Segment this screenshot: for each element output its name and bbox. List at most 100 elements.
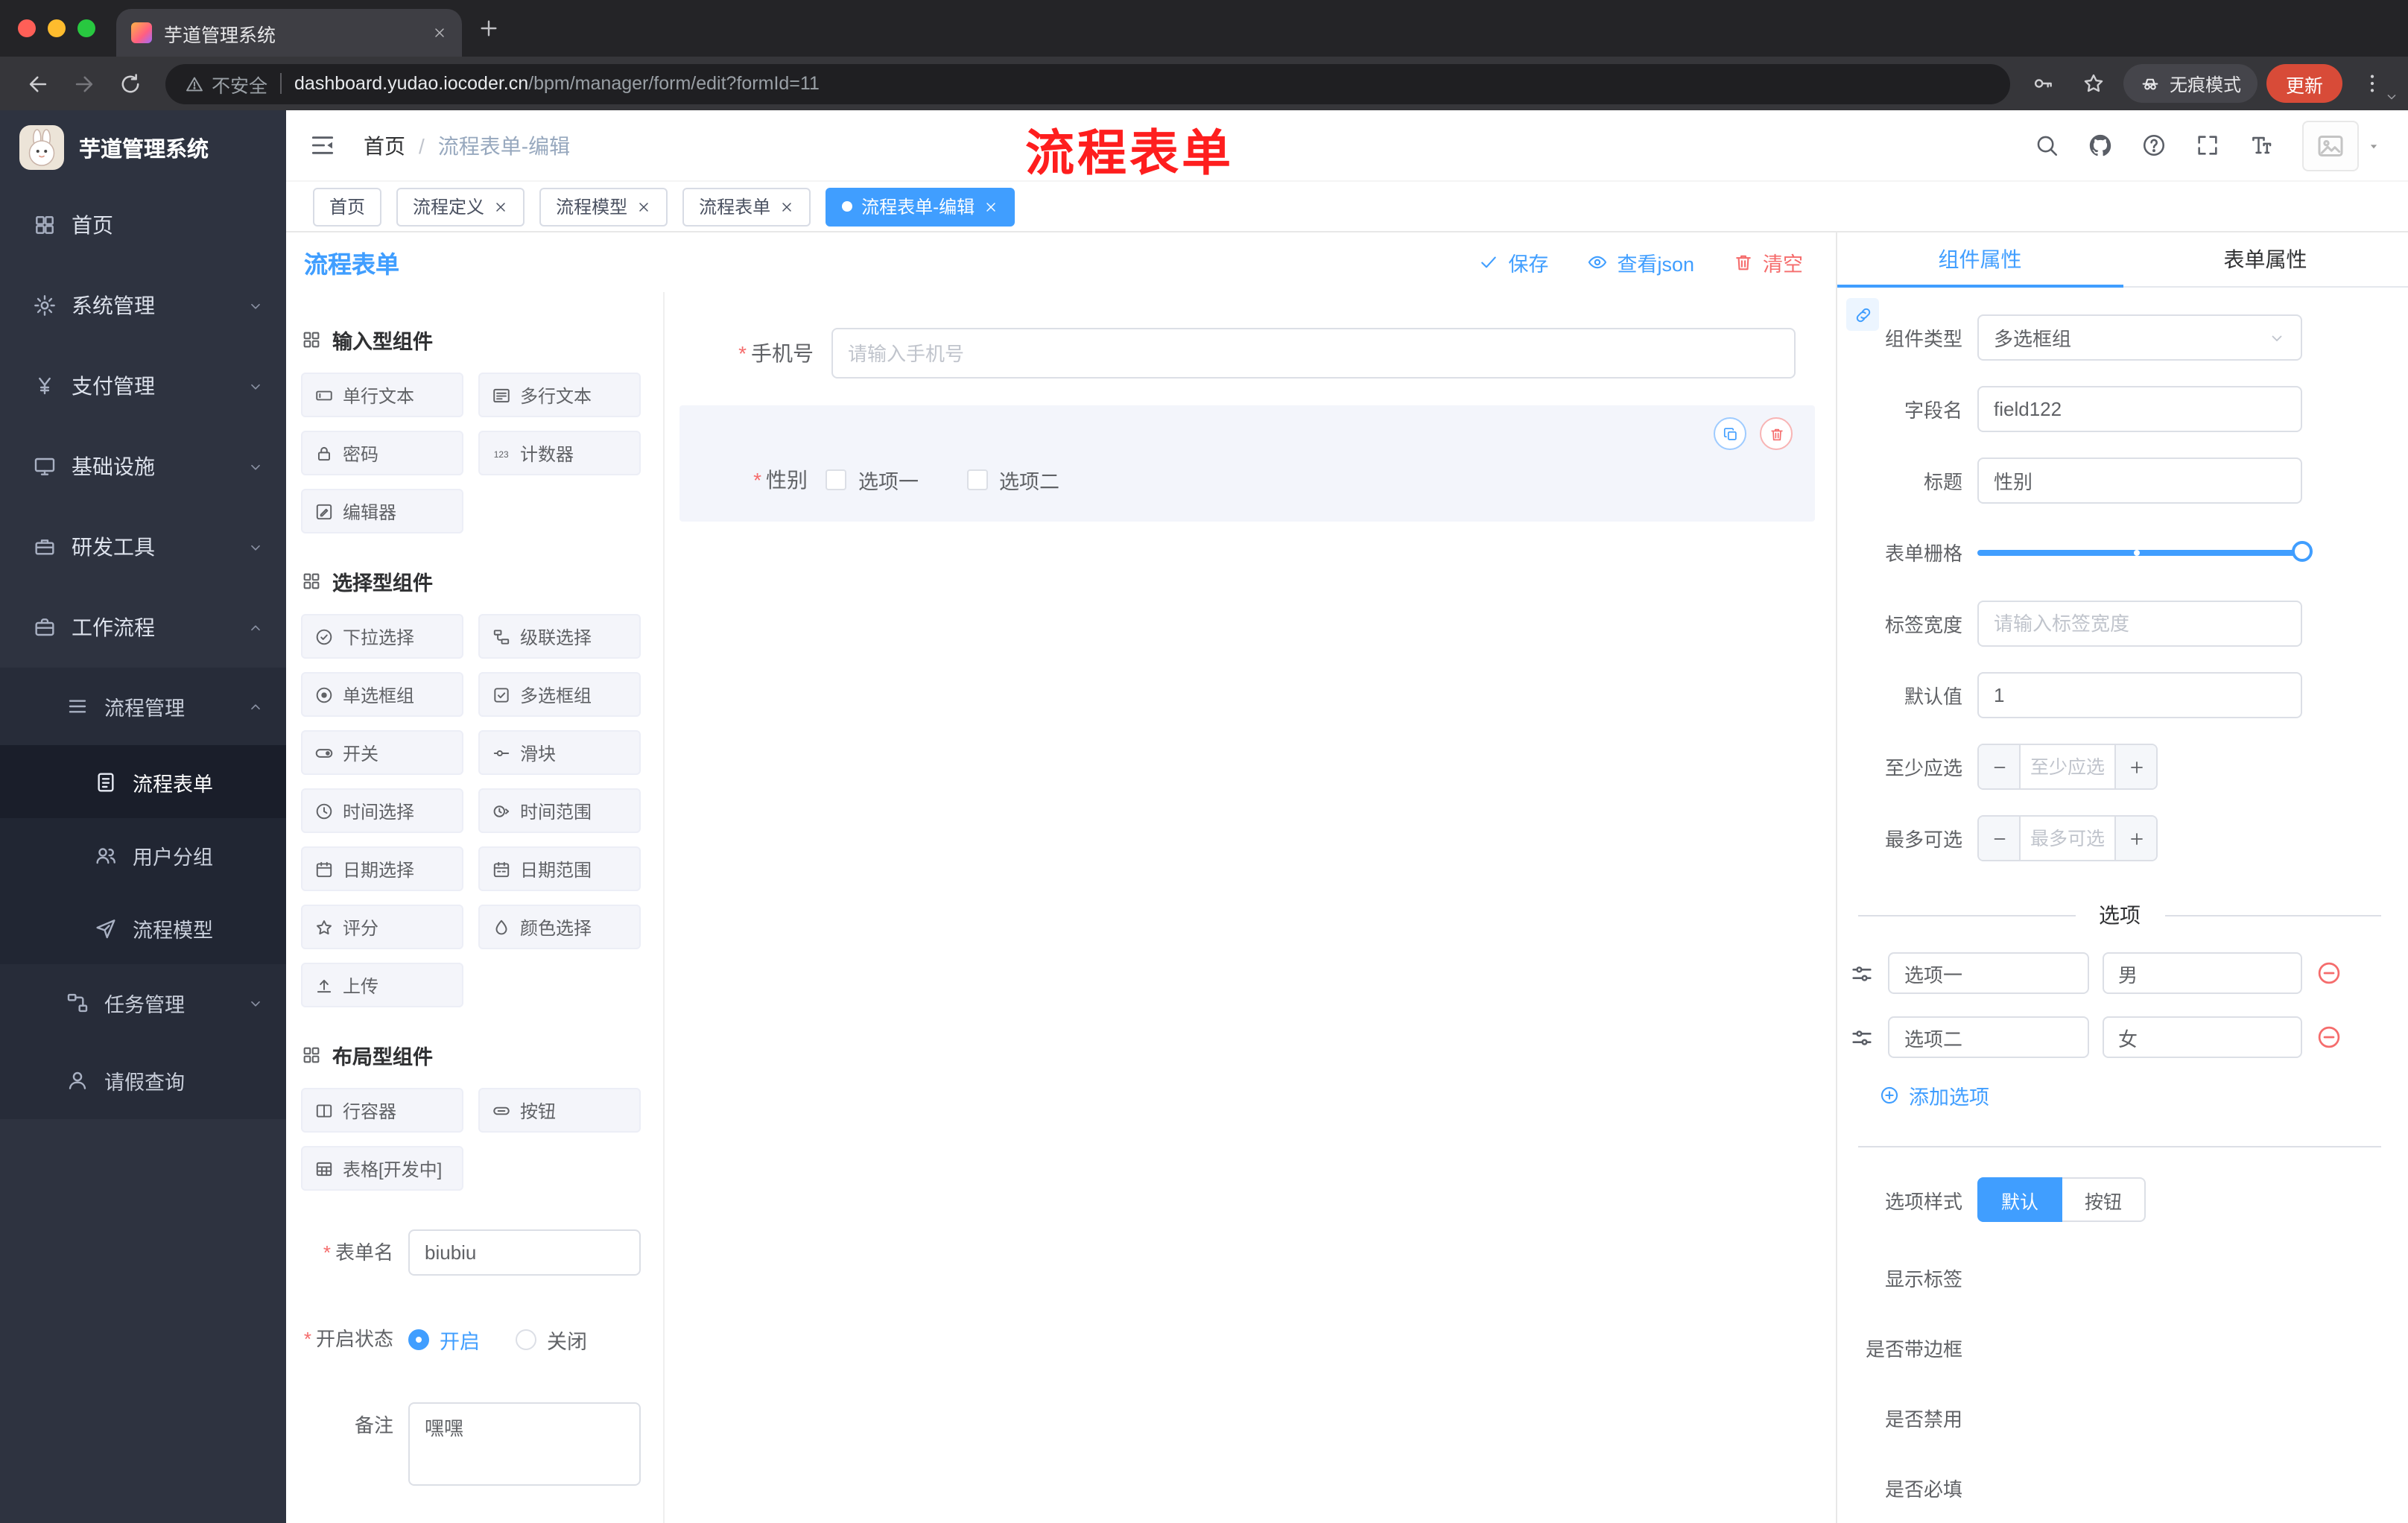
palette-item[interactable]: 上传	[301, 963, 463, 1007]
gender-option1-checkbox[interactable]: 选项一	[826, 465, 919, 495]
component-type-select[interactable]: 多选框组	[1977, 314, 2302, 361]
tag[interactable]: 流程定义	[396, 187, 525, 226]
palette-item[interactable]: 下拉选择	[301, 614, 463, 659]
stepper-minus-button[interactable]	[1979, 817, 2021, 860]
status-on-radio[interactable]: 开启	[408, 1325, 480, 1355]
palette-item[interactable]: 日期范围	[478, 846, 641, 891]
reload-icon[interactable]	[118, 71, 143, 96]
stepper-plus-button[interactable]	[2114, 745, 2156, 788]
tag[interactable]: 流程模型	[539, 187, 668, 226]
breadcrumb-home[interactable]: 首页	[364, 130, 405, 160]
sidebar-item[interactable]: 研发工具	[0, 507, 286, 587]
sidebar-item[interactable]: 请假查询	[0, 1042, 286, 1119]
phone-field-row[interactable]: * 手机号	[679, 328, 1796, 379]
user-avatar[interactable]	[2302, 120, 2381, 171]
title-input[interactable]	[1977, 457, 2302, 504]
min-select-input[interactable]	[2021, 745, 2114, 788]
palette-item[interactable]: 行容器	[301, 1088, 463, 1133]
tag-close-icon[interactable]	[493, 199, 508, 214]
palette-item[interactable]: 密码	[301, 431, 463, 475]
max-select-input[interactable]	[2021, 817, 2114, 860]
tag-close-icon[interactable]	[983, 199, 998, 214]
browser-update-button[interactable]: 更新	[2266, 64, 2342, 103]
sidebar-item[interactable]: 首页	[0, 185, 286, 265]
browser-tab[interactable]: 芋道管理系统	[116, 9, 462, 57]
palette-item[interactable]: 日期选择	[301, 846, 463, 891]
style-button-button[interactable]: 按钮	[2062, 1177, 2146, 1222]
palette-item[interactable]: 时间范围	[478, 788, 641, 833]
field-name-input[interactable]	[1977, 386, 2302, 432]
sidebar-item[interactable]: 基础设施	[0, 426, 286, 507]
link-field-button[interactable]	[1846, 298, 1879, 331]
bookmark-star-icon[interactable]	[2082, 72, 2106, 95]
palette-item[interactable]: 表格[开发中]	[301, 1146, 463, 1191]
sidebar-item[interactable]: 任务管理	[0, 964, 286, 1042]
stepper-plus-button[interactable]	[2114, 817, 2156, 860]
tag-close-icon[interactable]	[779, 199, 794, 214]
sidebar-item[interactable]: 流程表单	[0, 745, 286, 818]
copy-component-button[interactable]	[1714, 417, 1746, 450]
search-icon[interactable]	[2034, 133, 2059, 158]
palette-item[interactable]: 级联选择	[478, 614, 641, 659]
stepper-minus-button[interactable]	[1979, 745, 2021, 788]
palette-item[interactable]: 颜色选择	[478, 905, 641, 949]
phone-input[interactable]	[831, 328, 1796, 379]
sidebar-collapse-icon[interactable]	[308, 131, 337, 159]
tag[interactable]: 流程表单	[682, 187, 811, 226]
sidebar-item[interactable]: 用户分组	[0, 818, 286, 891]
new-tab-button[interactable]	[477, 16, 501, 40]
sidebar-item[interactable]: 支付管理	[0, 346, 286, 426]
toolbar-overflow-chevron-icon[interactable]	[2384, 89, 2399, 104]
palette-item[interactable]: 多行文本	[478, 373, 641, 417]
view-json-button[interactable]: 查看json	[1587, 247, 1694, 277]
option-label-input[interactable]	[1888, 1016, 2088, 1058]
close-window-button[interactable]	[18, 19, 36, 37]
help-icon[interactable]	[2141, 133, 2167, 158]
github-icon[interactable]	[2088, 133, 2113, 158]
option-label-input[interactable]	[1888, 952, 2088, 994]
palette-item[interactable]: 编辑器	[301, 489, 463, 533]
drag-handle-icon[interactable]	[1849, 960, 1875, 986]
slider-handle[interactable]	[2292, 540, 2313, 561]
tab-close-icon[interactable]	[432, 25, 447, 40]
gender-field-block-selected[interactable]: * 性别 选项一 选项二	[679, 405, 1815, 522]
back-icon[interactable]	[25, 71, 51, 96]
sidebar-item[interactable]: 流程模型	[0, 891, 286, 964]
password-key-icon[interactable]	[2031, 72, 2055, 95]
app-logo[interactable]: 芋道管理系统	[0, 110, 286, 185]
option-value-input[interactable]	[2102, 1016, 2302, 1058]
remove-option-icon[interactable]	[2316, 1024, 2342, 1051]
form-remark-textarea[interactable]: 嘿嘿	[408, 1402, 641, 1486]
tab-form-props[interactable]: 表单属性	[2123, 232, 2408, 286]
save-button[interactable]: 保存	[1478, 247, 1548, 277]
sidebar-item[interactable]: 工作流程	[0, 587, 286, 668]
maximize-window-button[interactable]	[77, 19, 95, 37]
style-default-button[interactable]: 默认	[1977, 1177, 2063, 1222]
font-size-icon[interactable]	[2249, 133, 2274, 158]
sidebar-item[interactable]: 流程管理	[0, 668, 286, 745]
tag[interactable]: 首页	[313, 187, 382, 226]
palette-item[interactable]: 评分	[301, 905, 463, 949]
palette-item[interactable]: 时间选择	[301, 788, 463, 833]
palette-item[interactable]: 滑块	[478, 730, 641, 775]
sidebar-item[interactable]: 系统管理	[0, 265, 286, 346]
palette-item[interactable]: 多选框组	[478, 672, 641, 717]
palette-item[interactable]: 单行文本	[301, 373, 463, 417]
grid-slider[interactable]	[1977, 529, 2313, 575]
tag-close-icon[interactable]	[636, 199, 651, 214]
fullscreen-icon[interactable]	[2195, 133, 2220, 158]
address-bar[interactable]: 不安全 dashboard.yudao.iocoder.cn /bpm/mana…	[165, 63, 2010, 104]
palette-item[interactable]: 按钮	[478, 1088, 641, 1133]
clear-button[interactable]: 清空	[1733, 247, 1803, 277]
tab-component-props[interactable]: 组件属性	[1837, 232, 2123, 288]
add-option-button[interactable]: 添加选项	[1879, 1080, 2408, 1110]
minimize-window-button[interactable]	[48, 19, 66, 37]
palette-item[interactable]: 123 计数器	[478, 431, 641, 475]
palette-item[interactable]: 开关	[301, 730, 463, 775]
status-off-radio[interactable]: 关闭	[516, 1325, 587, 1355]
drag-handle-icon[interactable]	[1849, 1025, 1875, 1050]
gender-option2-checkbox[interactable]: 选项二	[966, 465, 1059, 495]
option-value-input[interactable]	[2102, 952, 2302, 994]
palette-item[interactable]: 单选框组	[301, 672, 463, 717]
form-name-input[interactable]	[408, 1229, 641, 1276]
